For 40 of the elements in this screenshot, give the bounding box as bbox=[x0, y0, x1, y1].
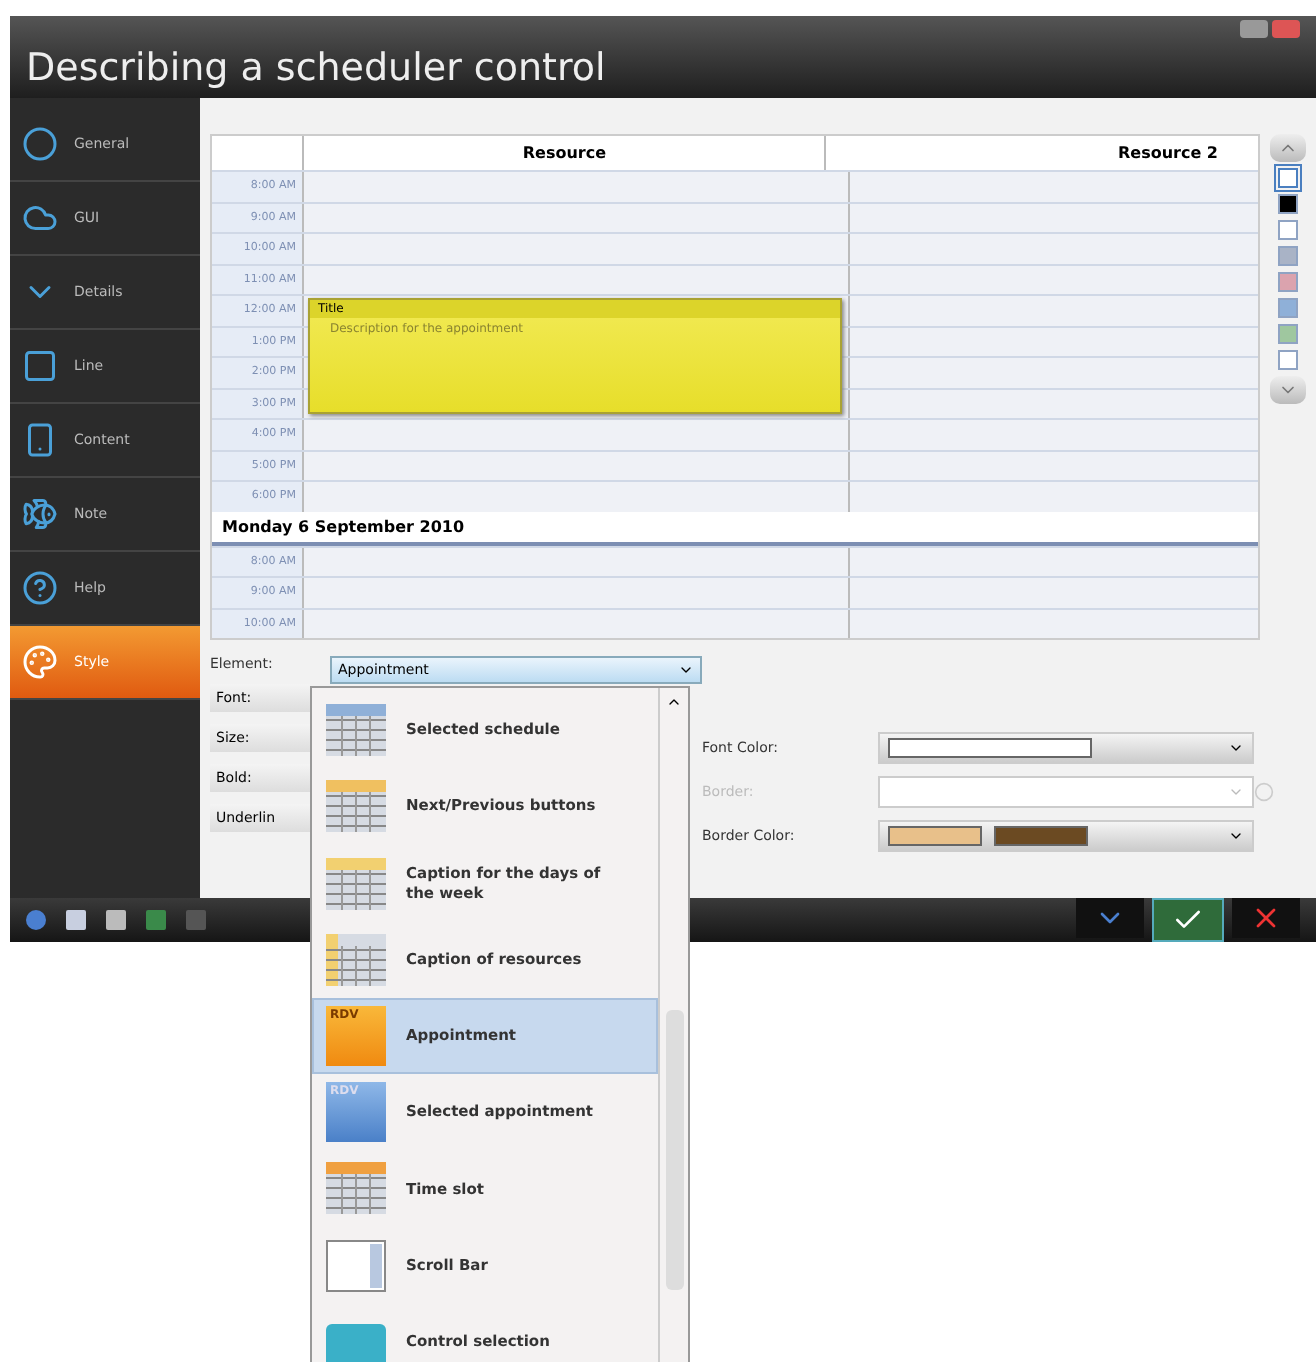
color-swatch[interactable] bbox=[1278, 246, 1298, 266]
cancel-button[interactable] bbox=[1232, 898, 1300, 938]
grid-column-icon bbox=[326, 933, 386, 986]
caret-icon bbox=[678, 662, 694, 678]
minimize-button[interactable] bbox=[1240, 20, 1268, 38]
color-select[interactable] bbox=[878, 820, 1254, 852]
color-select[interactable] bbox=[878, 732, 1254, 764]
square-icon bbox=[22, 348, 58, 384]
scrollbar-icon bbox=[326, 1239, 386, 1292]
confirm-button[interactable] bbox=[1152, 898, 1224, 942]
time-slot-icon bbox=[326, 1162, 386, 1215]
caret-icon bbox=[1228, 740, 1244, 756]
color-swatch[interactable] bbox=[1278, 324, 1298, 344]
color-swatch[interactable] bbox=[1278, 272, 1298, 292]
phone-icon bbox=[22, 422, 58, 458]
color-swatch[interactable] bbox=[1278, 350, 1298, 370]
help-icon bbox=[22, 570, 58, 606]
circle-icon[interactable] bbox=[1254, 782, 1274, 802]
color-swatch[interactable] bbox=[1278, 168, 1298, 188]
grid-buttons-icon bbox=[326, 780, 386, 833]
grid-header-icon bbox=[326, 857, 386, 910]
color-swatch[interactable] bbox=[1278, 220, 1298, 240]
palette-icon bbox=[22, 644, 58, 680]
scrollbar[interactable] bbox=[658, 688, 688, 1362]
schedule-grid-icon bbox=[326, 704, 386, 757]
caret-icon bbox=[1228, 784, 1244, 800]
column-header: Resource bbox=[302, 136, 825, 170]
scroll-up-button[interactable] bbox=[1270, 134, 1306, 162]
cloud-icon bbox=[22, 200, 58, 236]
chevron-up-icon bbox=[666, 694, 682, 710]
circle-icon bbox=[22, 126, 58, 162]
color-swatch[interactable] bbox=[1278, 194, 1298, 214]
window-title: Describing a scheduler control bbox=[26, 46, 606, 90]
close-button[interactable] bbox=[1272, 20, 1300, 38]
border-select[interactable] bbox=[878, 776, 1254, 808]
scroll-down-button[interactable] bbox=[1270, 376, 1306, 404]
color-swatch[interactable] bbox=[1278, 298, 1298, 318]
caret-icon bbox=[1228, 828, 1244, 844]
fish-icon bbox=[22, 496, 58, 532]
column-header: Resource 2 bbox=[824, 136, 1258, 170]
